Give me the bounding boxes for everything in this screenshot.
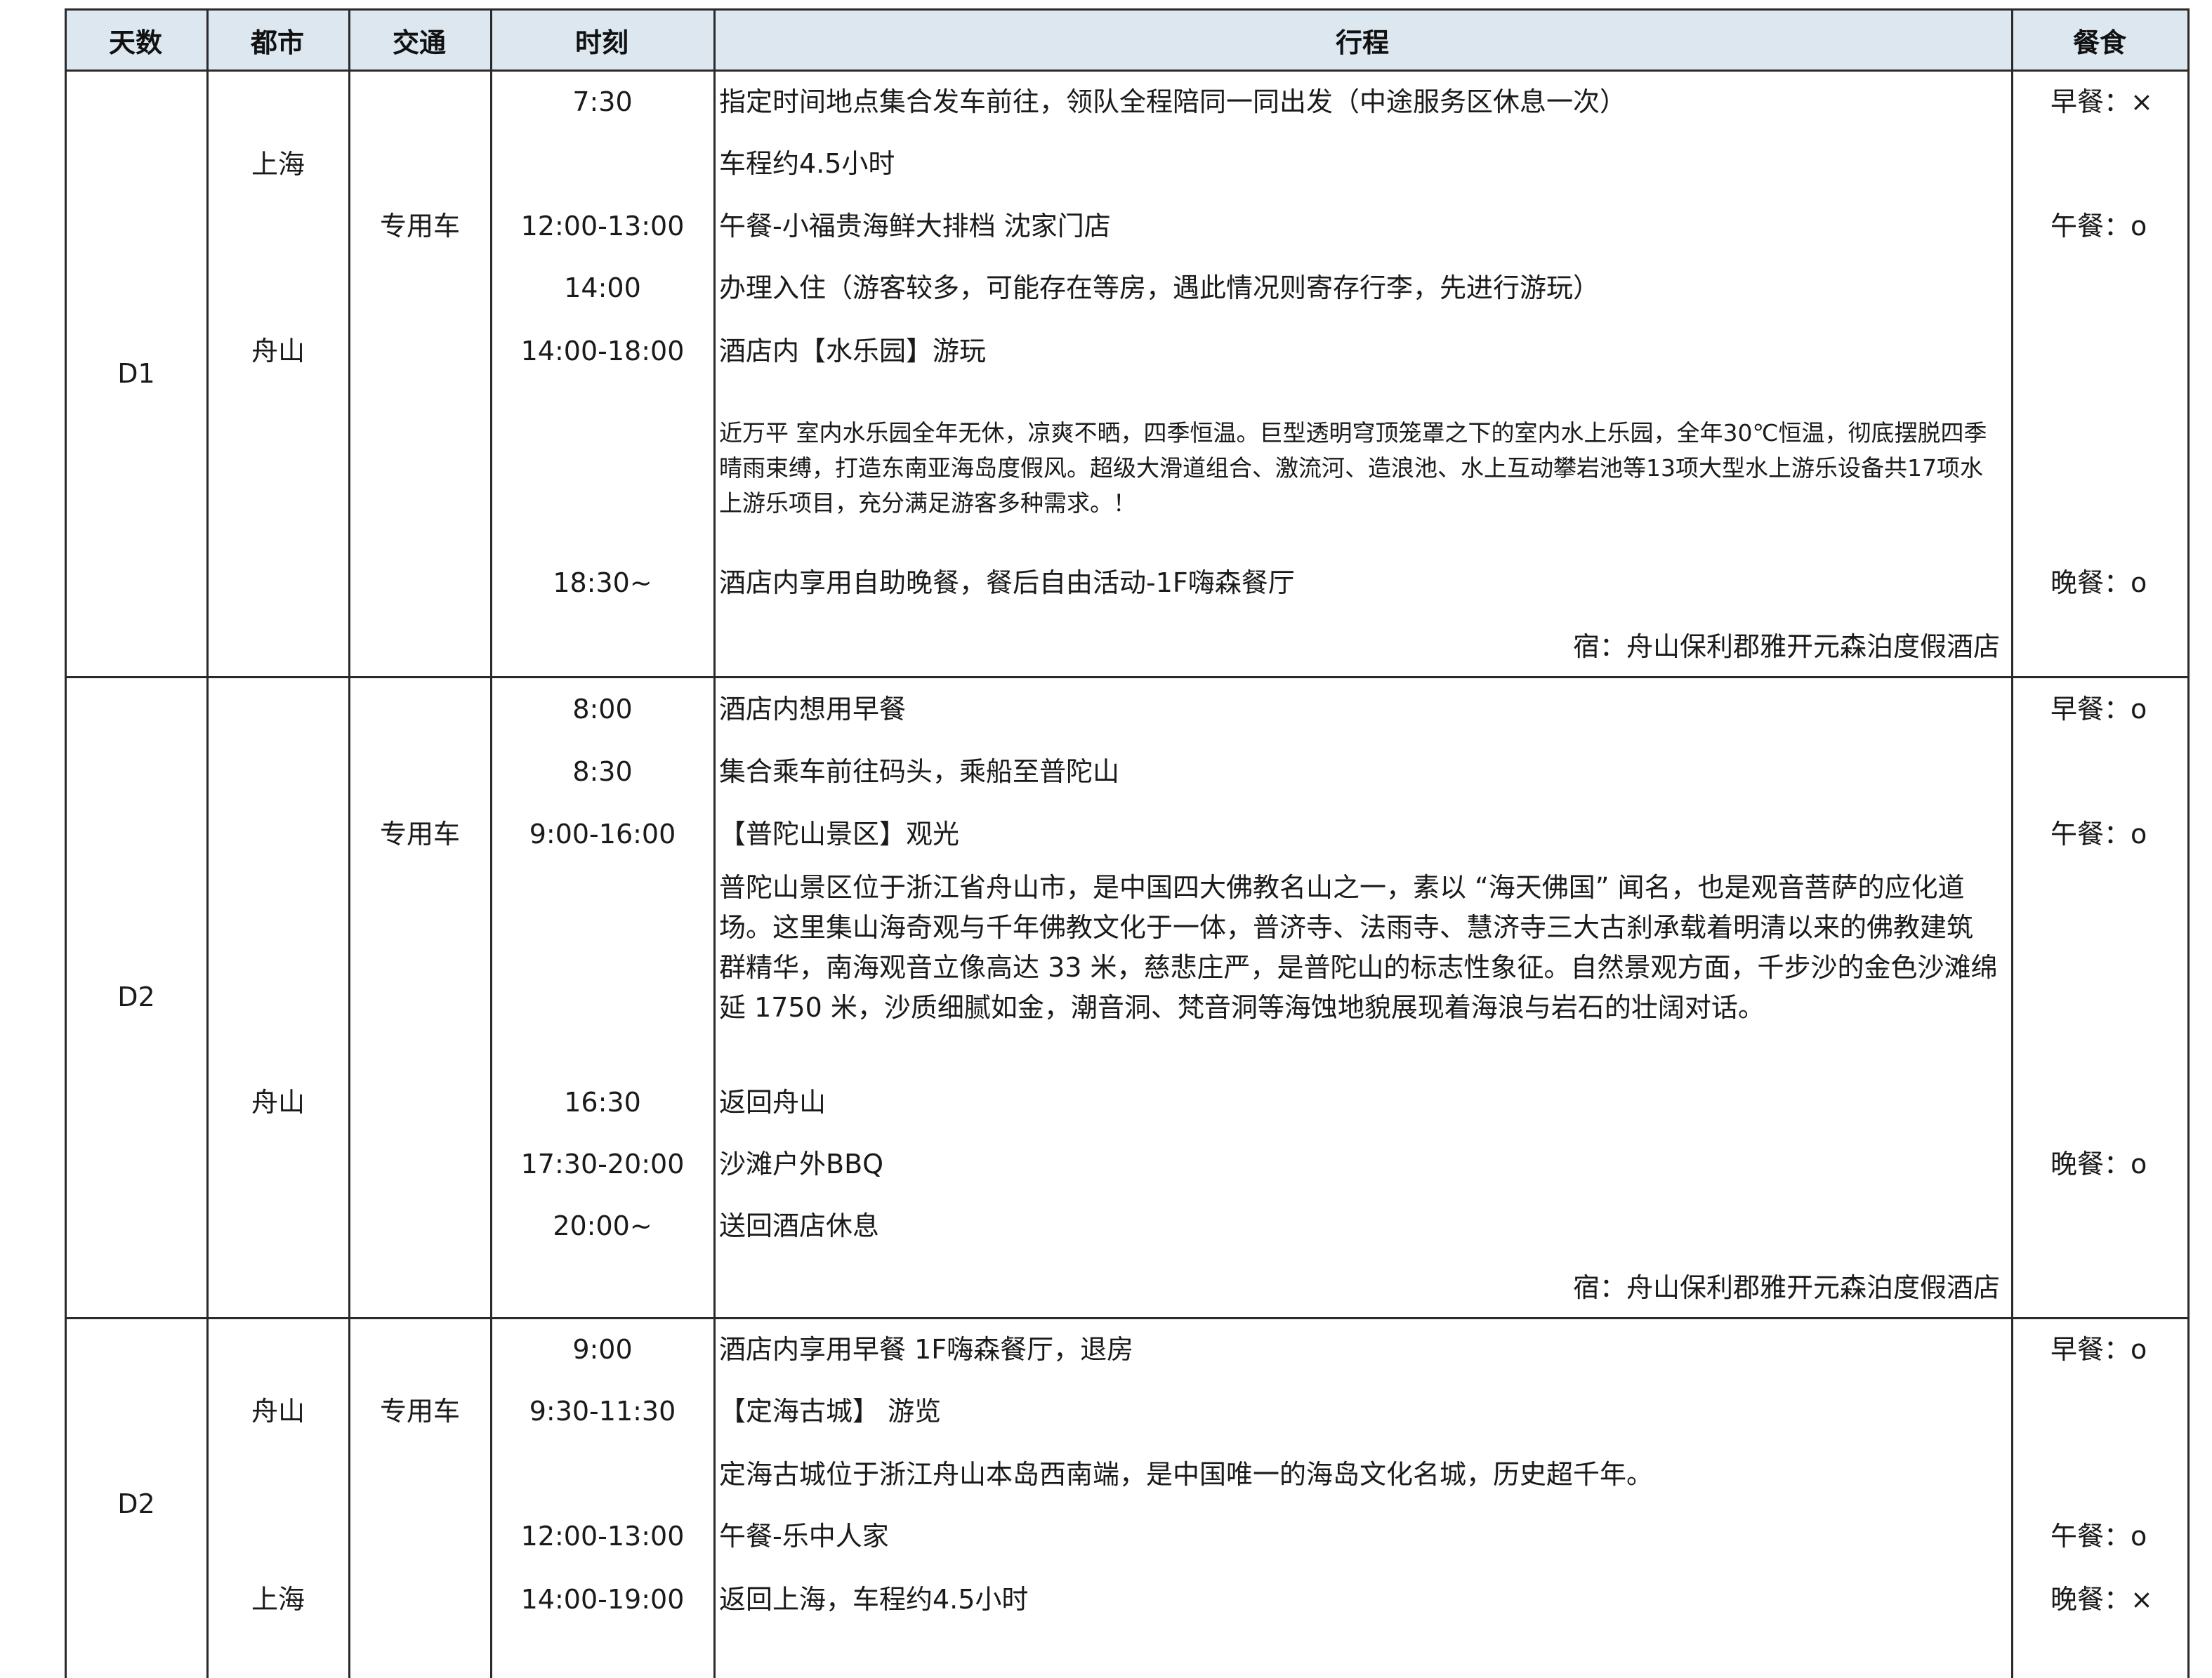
itinerary-item: 【定海古城】 游览 bbox=[719, 1396, 942, 1427]
meal-cell: 早餐：× bbox=[2050, 86, 2153, 117]
time-cell: 14:00-19:00 bbox=[520, 1584, 685, 1615]
day-label: D2 bbox=[117, 982, 155, 1012]
grid-line bbox=[65, 8, 67, 1678]
itinerary-item: 返回舟山 bbox=[719, 1087, 827, 1118]
itinerary-item: 办理入住（游客较多，可能存在等房，遇此情况则寄存行李，先进行游玩） bbox=[719, 272, 1600, 303]
grid-line bbox=[65, 676, 2190, 678]
itinerary-item: 沙滩户外BBQ bbox=[719, 1149, 884, 1180]
time-cell: 14:00-18:00 bbox=[520, 336, 685, 366]
time-cell: 7:30 bbox=[572, 86, 633, 117]
itinerary-item: 【普陀山景区】观光 bbox=[719, 819, 960, 850]
meal-cell: 早餐：o bbox=[2050, 694, 2147, 725]
itinerary-item: 酒店内享用早餐 1F嗨森餐厅，退房 bbox=[719, 1334, 1134, 1365]
header-time: 时刻 bbox=[574, 27, 628, 58]
header-transport: 交通 bbox=[392, 27, 446, 58]
meal-cell: 午餐：o bbox=[2050, 1521, 2147, 1552]
time-cell: 16:30 bbox=[564, 1087, 641, 1118]
city-label: 上海 bbox=[251, 1584, 305, 1615]
time-cell: 8:00 bbox=[572, 694, 633, 725]
grid-line bbox=[65, 1317, 2190, 1319]
meal-cell: 午餐：o bbox=[2050, 819, 2147, 850]
time-cell: 12:00-13:00 bbox=[520, 1521, 685, 1552]
transport-label: 专用车 bbox=[379, 1396, 461, 1427]
itinerary-item: 酒店内【水乐园】游玩 bbox=[719, 336, 987, 366]
itinerary-item: 送回酒店休息 bbox=[719, 1210, 880, 1241]
meal-cell: 晚餐：o bbox=[2050, 567, 2147, 598]
itinerary-item: 车程约4.5小时 bbox=[719, 148, 895, 179]
itinerary-page: 天数 都市 交通 时刻 行程 餐食 D1 上海 舟山 专用车 7:30 指定时间… bbox=[0, 0, 2212, 1678]
header-meal: 餐食 bbox=[2072, 27, 2126, 58]
city-label: 舟山 bbox=[251, 336, 305, 366]
header-city: 都市 bbox=[250, 27, 304, 58]
day-label: D2 bbox=[117, 1488, 155, 1519]
grid-line bbox=[2011, 8, 2013, 1678]
itinerary-item: 定海古城位于浙江舟山本岛西南端，是中国唯一的海岛文化名城，历史超千年。 bbox=[719, 1459, 1654, 1490]
city-label: 上海 bbox=[251, 149, 305, 180]
transport-label: 专用车 bbox=[379, 211, 461, 242]
hotel-label: 宿：舟山保利郡雅开元森泊度假酒店 bbox=[1572, 631, 2000, 662]
meal-cell: 晚餐：× bbox=[2050, 1584, 2153, 1615]
grid-line bbox=[713, 8, 716, 1678]
time-cell: 9:00 bbox=[572, 1334, 633, 1365]
grid-line bbox=[65, 70, 2190, 72]
day-label: D1 bbox=[117, 358, 155, 389]
time-cell: 12:00-13:00 bbox=[520, 211, 685, 242]
time-cell: 9:00-16:00 bbox=[529, 819, 676, 850]
itinerary-item: 酒店内想用早餐 bbox=[719, 694, 907, 725]
time-cell: 17:30-20:00 bbox=[520, 1149, 685, 1180]
city-label: 舟山 bbox=[251, 1087, 305, 1118]
time-cell: 14:00 bbox=[564, 272, 641, 303]
grid-line bbox=[2187, 8, 2190, 1678]
attraction-description: 普陀山景区位于浙江省舟山市，是中国四大佛教名山之一，素以 “海天佛国” 闻名，也… bbox=[719, 872, 1998, 1023]
attraction-description: 近万平 室内水乐园全年无休，凉爽不晒，四季恒温。巨型透明穹顶笼罩之下的室内水上乐… bbox=[719, 419, 1987, 517]
time-cell: 9:30-11:30 bbox=[529, 1396, 676, 1427]
itinerary-item: 午餐-小福贵海鲜大排档 沈家门店 bbox=[719, 211, 1111, 242]
itinerary-item: 酒店内享用自助晚餐，餐后自由活动-1F嗨森餐厅 bbox=[719, 567, 1295, 598]
grid-line bbox=[348, 8, 350, 1678]
transport-label: 专用车 bbox=[379, 819, 461, 850]
grid-line bbox=[65, 8, 2190, 11]
itinerary-item: 午餐-乐中人家 bbox=[719, 1521, 889, 1552]
itinerary-item: 集合乘车前往码头，乘船至普陀山 bbox=[719, 756, 1120, 787]
time-cell: 20:00~ bbox=[553, 1210, 652, 1241]
meal-cell: 早餐：o bbox=[2050, 1334, 2147, 1365]
header-itinerary: 行程 bbox=[1335, 27, 1389, 58]
city-label: 舟山 bbox=[251, 1396, 305, 1427]
itinerary-item: 指定时间地点集合发车前往，领队全程陪同一同出发（中途服务区休息一次） bbox=[719, 86, 1627, 117]
meal-cell: 午餐：o bbox=[2050, 211, 2147, 242]
meal-cell: 晚餐：o bbox=[2050, 1149, 2147, 1180]
grid-line bbox=[206, 8, 209, 1678]
itinerary-item: 返回上海，车程约4.5小时 bbox=[719, 1584, 1029, 1615]
grid-line bbox=[490, 8, 492, 1678]
time-cell: 8:30 bbox=[572, 756, 633, 787]
hotel-label: 宿：舟山保利郡雅开元森泊度假酒店 bbox=[1572, 1272, 2000, 1303]
time-cell: 18:30~ bbox=[553, 567, 652, 598]
header-day: 天数 bbox=[108, 27, 162, 58]
